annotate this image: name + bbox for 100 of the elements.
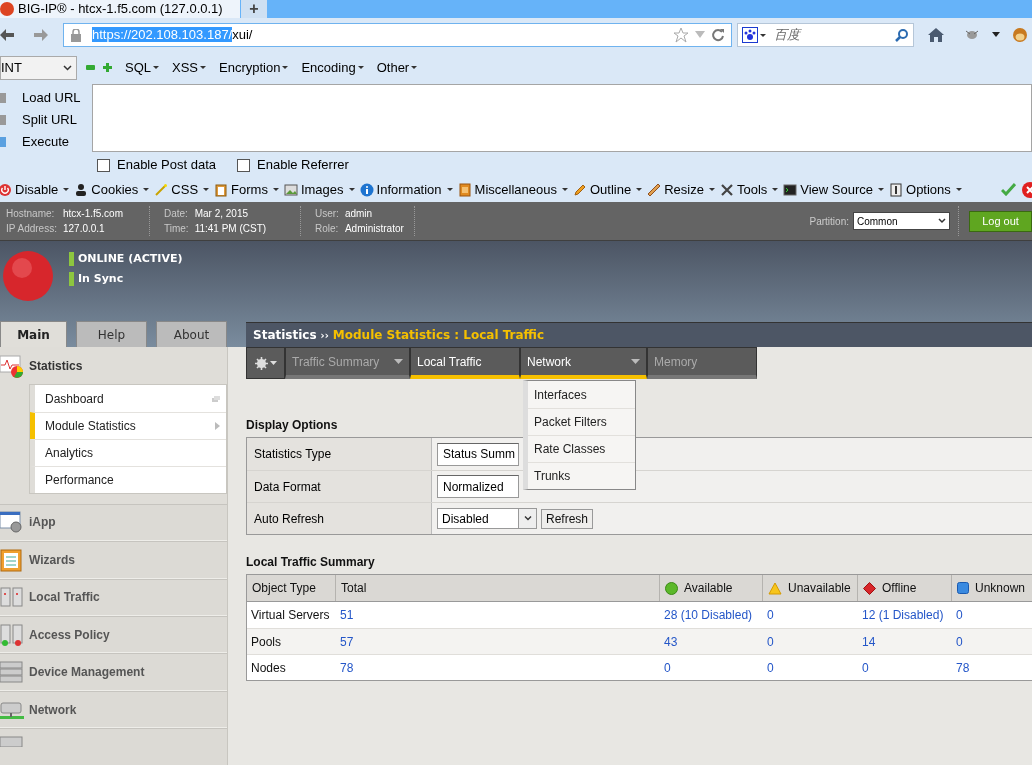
status-diamond-icon [863,581,876,595]
hackbar-action[interactable]: Split URL [22,110,77,130]
caret-icon [357,66,364,69]
menu-item[interactable]: Rate Classes [528,435,635,462]
caret-icon [348,188,355,191]
count-link[interactable]: 0 [660,655,763,680]
count-link[interactable]: 12 (1 Disabled) [858,602,952,628]
option-select[interactable]: Normalized [437,475,519,498]
menu-item[interactable]: Interfaces [528,381,635,408]
f5-favicon-icon [0,2,14,16]
toolbar-menu[interactable]: Forms [214,179,279,200]
sidebar-item[interactable]: Performance [30,466,226,494]
sidebar-module[interactable]: Device Management [0,653,227,691]
search-field[interactable]: 百度 [737,23,914,47]
toolbar-menu[interactable]: Cookies [74,179,150,200]
count-link[interactable]: 14 [858,629,952,654]
hackbar-action[interactable]: Execute [22,132,69,152]
bug-icon[interactable] [964,28,980,42]
sidebar-item[interactable]: Analytics [30,439,226,467]
sidebar-module[interactable]: Access Policy [0,615,227,654]
hackbar-menu[interactable]: Encryption [219,57,289,78]
url-textarea[interactable] [92,84,1032,152]
count-link[interactable]: 0 [952,602,1032,628]
dropdown-arrow-icon[interactable] [992,32,1000,38]
hackbar-menu[interactable]: SQL [125,57,159,78]
checkbox[interactable] [237,158,251,172]
count-link[interactable]: 78 [336,655,660,680]
breadcrumb-root[interactable]: Statistics [253,326,317,344]
refresh-button[interactable]: Refresh [541,508,594,529]
injection-type-select[interactable]: INT [0,55,77,80]
count-link[interactable]: 78 [952,655,1032,680]
subnav-tab[interactable]: Network [520,347,647,379]
toolbar-menu[interactable]: Information [359,179,453,200]
search-icon[interactable] [895,28,909,42]
toolbar-menu[interactable]: Images [283,179,355,200]
caret-icon [394,359,403,364]
count-link[interactable]: 0 [763,629,858,654]
sidebar-tab[interactable]: Help [76,321,147,347]
sidebar-section-title[interactable]: Statistics [29,356,83,375]
gear-menu-button[interactable] [246,347,285,379]
toolbar-menu[interactable]: CSS [154,179,210,200]
arrow-right-icon [215,422,220,431]
count-link[interactable]: 51 [336,602,660,628]
caret-icon [200,66,207,69]
toolbar-menu[interactable]: Outline [572,179,643,200]
partition-select[interactable]: Common [853,212,950,230]
option-label: Statistics Type [247,438,432,470]
toolbar-menu[interactable]: Disable [0,179,70,200]
hackbar-menu[interactable]: Encoding [301,57,364,78]
check-icon[interactable] [1001,183,1016,196]
monkey-icon[interactable] [1012,27,1028,43]
sidebar-module[interactable]: Wizards [0,541,227,579]
sidebar-tab[interactable]: About [156,321,227,347]
hackbar-menu[interactable]: XSS [172,57,207,78]
caret-icon [446,188,453,191]
subnav-tab[interactable]: Local Traffic [410,347,520,379]
reload-icon[interactable] [711,28,725,42]
hackbar-action[interactable]: Load URL [22,88,81,108]
toolbar-menu[interactable]: Tools [719,179,779,200]
toolbar-menu[interactable]: View Source [783,179,885,200]
checkbox[interactable] [97,158,110,172]
status-square-icon [957,582,969,594]
caret-icon [143,188,150,191]
toolbar-menu[interactable]: Miscellaneous [457,179,568,200]
toolbar-menu[interactable]: Resize [647,179,715,200]
caret-icon [411,66,418,69]
column-header: Object Type [247,575,336,601]
star-icon[interactable] [673,27,689,43]
back-icon[interactable] [0,28,14,42]
menu-item[interactable]: Packet Filters [528,408,635,435]
sidebar-module[interactable]: Local Traffic [0,578,227,616]
count-link[interactable]: 57 [336,629,660,654]
count-link[interactable]: 0 [858,655,952,680]
option-select[interactable]: Disabled [437,508,537,529]
toolbar-menu[interactable]: Options [889,179,962,200]
hackbar-menu[interactable]: Other [376,57,418,78]
count-link[interactable]: 28 (10 Disabled) [660,602,763,628]
new-tab-button[interactable]: + [241,0,267,18]
count-link[interactable]: 0 [952,629,1032,654]
plus-icon[interactable] [103,63,112,72]
header-value: admin [344,207,374,221]
caret-icon [708,188,715,191]
status-triangle-icon [768,581,782,595]
caret-icon [282,66,289,69]
forward-icon[interactable] [34,28,48,42]
option-select[interactable]: Status Summ [437,442,519,466]
count-link[interactable]: 0 [763,602,858,628]
option-label: Auto Refresh [247,503,432,534]
header-label: Role: [315,222,339,236]
sidebar-item[interactable]: Module Statistics [30,412,226,440]
count-link[interactable]: 43 [660,629,763,654]
browser-tab[interactable]: BIG-IP® - htcx-1.f5.com (127.0.0.1) [0,0,240,18]
sidebar-tab[interactable]: Main [0,321,67,347]
sidebar-module[interactable]: Network [0,690,227,729]
sidebar-item[interactable]: Dashboard [30,385,226,413]
search-input[interactable]: 百度 [774,25,874,45]
sidebar-module[interactable]: iApp [0,503,227,542]
home-icon[interactable] [928,28,944,42]
menu-item[interactable]: Trunks [528,462,635,489]
count-link[interactable]: 0 [763,655,858,680]
